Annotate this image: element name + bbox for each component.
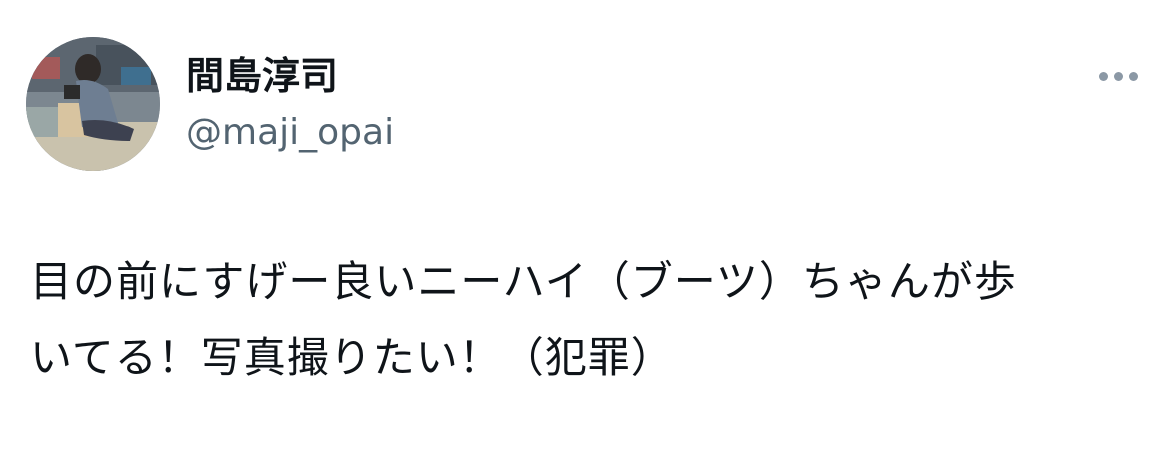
avatar[interactable] — [26, 37, 160, 171]
tweet-text-line: 目の前にすげー良いニーハイ（ブーツ）ちゃんが歩 — [30, 257, 1017, 306]
display-name[interactable]: 間島淳司 — [186, 52, 338, 100]
ellipsis-icon — [1128, 71, 1138, 81]
user-handle[interactable]: @maji_opai — [186, 110, 394, 156]
tweet-text-line: いてる！写真撮りたい！（犯罪） — [30, 333, 674, 382]
more-options-button[interactable] — [1090, 60, 1146, 92]
ellipsis-icon — [1098, 71, 1108, 81]
ellipsis-icon — [1113, 71, 1123, 81]
profile-photo-icon — [26, 37, 160, 171]
tweet-card: 間島淳司 @maji_opai 目の前にすげー良いニーハイ（ブーツ）ちゃんが歩 … — [0, 0, 1170, 454]
tweet-text: 目の前にすげー良いニーハイ（ブーツ）ちゃんが歩 いてる！写真撮りたい！（犯罪） — [30, 244, 1140, 396]
